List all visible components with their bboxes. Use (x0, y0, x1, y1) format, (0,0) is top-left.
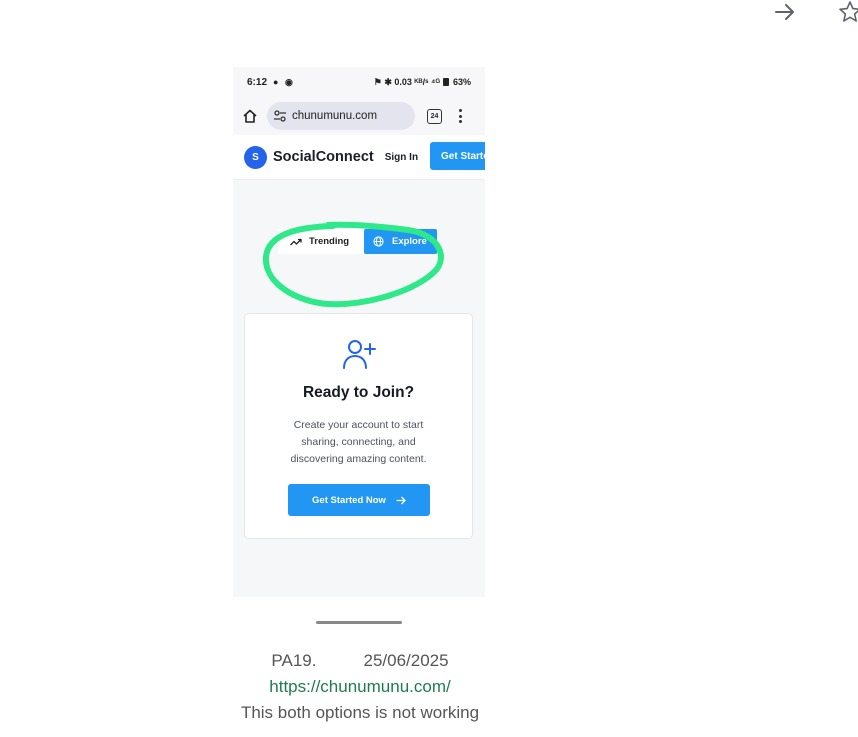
arrow-right-icon (396, 496, 406, 504)
tab-trending-label: Trending (309, 236, 350, 247)
join-card: Ready to Join? Create your account to st… (244, 313, 473, 539)
cta-label: Get Started Now (312, 494, 386, 506)
get-started-now-button[interactable]: Get Started Now (288, 484, 430, 516)
logo-badge: S (244, 145, 267, 169)
url-field[interactable]: chunumunu.com (267, 102, 415, 130)
caption-id: PA19. (271, 651, 317, 670)
annotation-scribble (262, 221, 444, 308)
star-icon[interactable] (838, 0, 858, 24)
home-indicator-bar (316, 621, 402, 624)
globe-icon (373, 236, 384, 247)
status-bar: 6:12 ● ◉ ⚑ ✱ 0.03 ᴷᴮ/ˢ ⁴ᴳ 63% (233, 67, 485, 97)
caption-note: This both options is not working (240, 703, 480, 722)
status-time: 6:12 (247, 76, 268, 88)
arrow-right-icon[interactable] (773, 0, 797, 24)
notification-icons: ● ◉ (273, 76, 295, 87)
phone-screenshot: 6:12 ● ◉ ⚑ ✱ 0.03 ᴷᴮ/ˢ ⁴ᴳ 63% chunumunu.… (233, 67, 485, 597)
url-text: chunumunu.com (292, 110, 378, 122)
site-settings-icon[interactable] (273, 109, 287, 123)
get-started-button[interactable]: Get Started (430, 142, 485, 170)
caption-date: 25/06/2025 (363, 651, 449, 670)
brand-name[interactable]: SocialConnect (273, 149, 374, 165)
more-options-icon[interactable] (458, 109, 462, 123)
card-description: Create your account to start sharing, co… (290, 419, 427, 465)
tab-switcher-button[interactable]: 24 (427, 108, 442, 124)
battery-level: 63% (452, 77, 471, 87)
status-indicators: ⚑ ✱ 0.03 ᴷᴮ/ˢ ⁴ᴳ (373, 76, 440, 87)
sign-in-link[interactable]: Sign In (385, 152, 418, 163)
feed-toggle: Trending Explore (278, 229, 437, 254)
tab-explore[interactable]: Explore (364, 229, 437, 254)
user-plus-icon (343, 340, 376, 369)
trending-up-icon (290, 238, 302, 245)
caption-link[interactable]: https://chunumunu.com/ (180, 677, 540, 697)
battery-icon (442, 78, 449, 86)
caption-reference: PA19. 25/06/2025 (180, 651, 540, 671)
home-icon[interactable] (241, 107, 259, 125)
tab-explore-label: Explore (392, 236, 427, 247)
tab-trending[interactable]: Trending (278, 229, 364, 254)
site-header: S SocialConnect Sign In Get Started (233, 135, 485, 180)
browser-address-bar: chunumunu.com 24 (233, 97, 485, 135)
card-title: Ready to Join? (302, 384, 415, 401)
